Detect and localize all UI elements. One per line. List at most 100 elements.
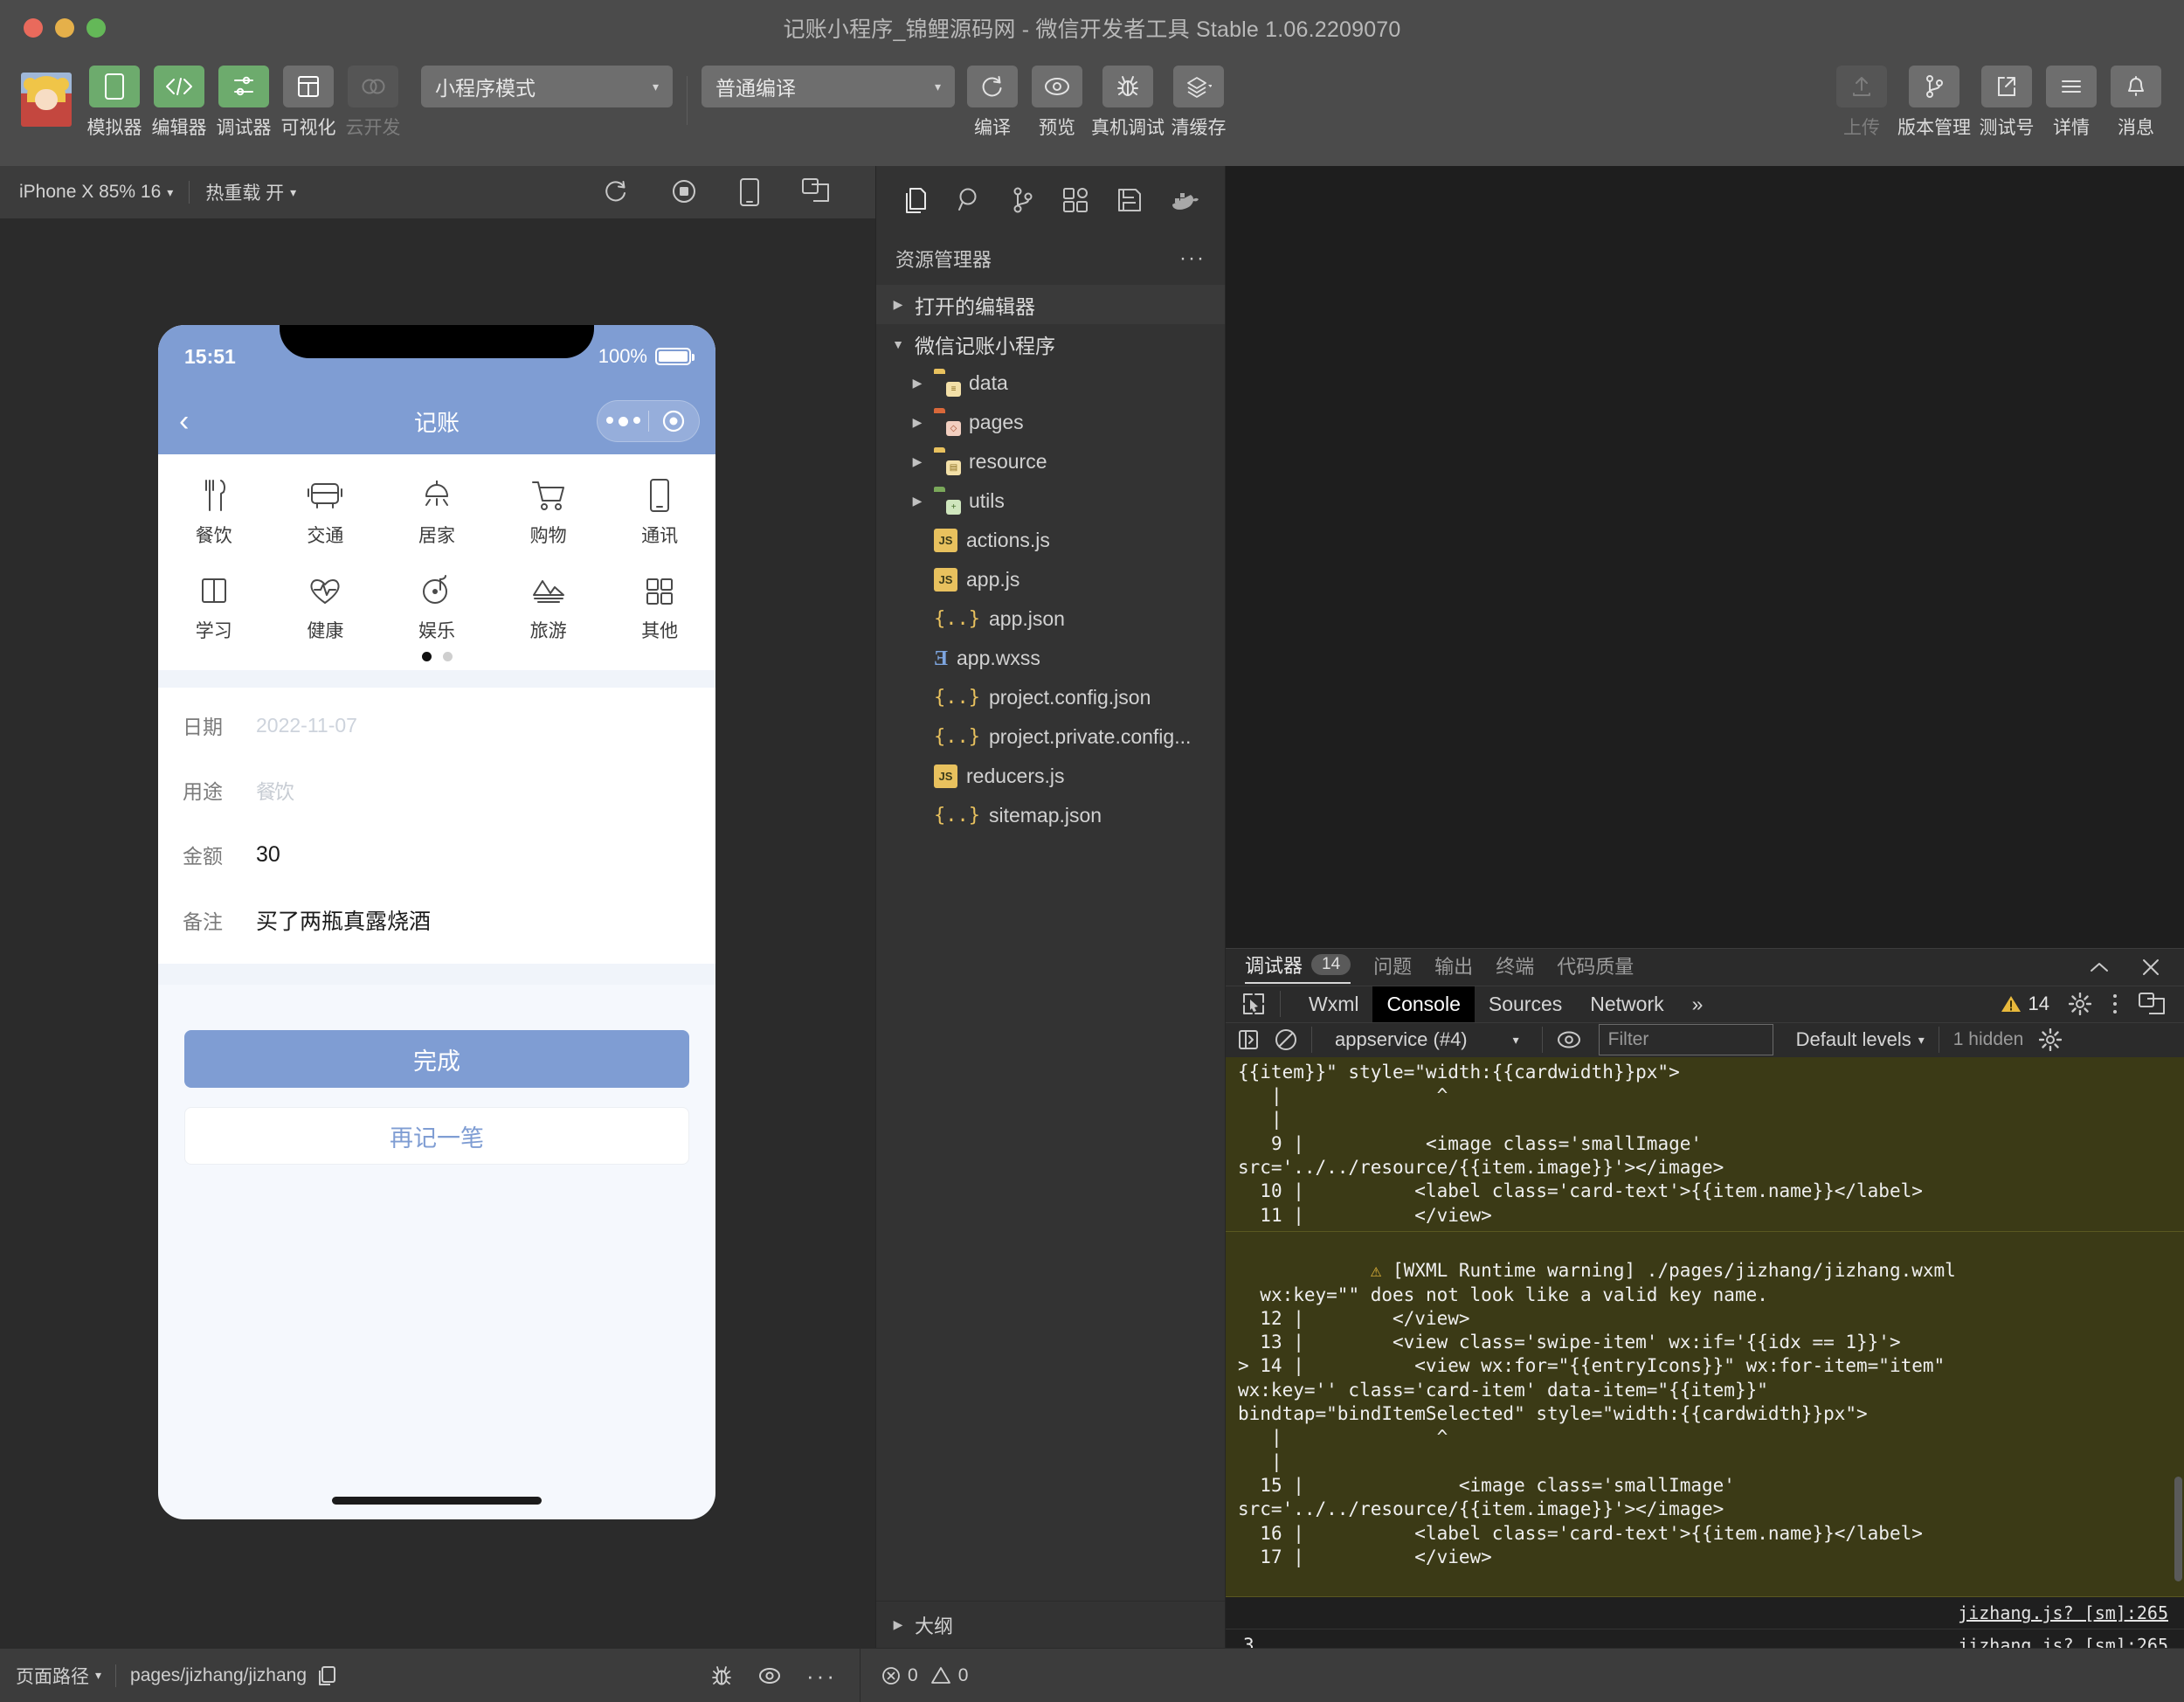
- tree-item-actions-js[interactable]: ▶ JS actions.js: [876, 521, 1225, 560]
- error-count-badge[interactable]: 0: [881, 1665, 918, 1686]
- gear-icon[interactable]: [2039, 1028, 2063, 1052]
- refresh-icon[interactable]: [603, 178, 629, 206]
- page-path-select[interactable]: 页面路径 ▾: [16, 1663, 101, 1689]
- toolbar-item-upload[interactable]: 上传: [1835, 66, 1889, 140]
- more-icon[interactable]: ···: [806, 1664, 837, 1687]
- eye-icon[interactable]: [1557, 1030, 1581, 1049]
- pagination-dot[interactable]: [421, 652, 432, 661]
- console-scrollbar[interactable]: [2174, 1476, 2182, 1581]
- clear-console-icon[interactable]: [1275, 1028, 1297, 1051]
- tab-terminal[interactable]: 终端: [1496, 951, 1534, 983]
- note-input[interactable]: 买了两瓶真露烧酒: [256, 904, 431, 936]
- toolbar-item-simulator[interactable]: 模拟器: [87, 66, 142, 140]
- toolbar-item-cloud[interactable]: 云开发: [346, 66, 401, 140]
- context-select[interactable]: appservice (#4) ▾: [1326, 1028, 1528, 1051]
- tree-item-app-js[interactable]: ▶ JS app.js: [876, 560, 1225, 599]
- pagination-dots[interactable]: [158, 652, 715, 661]
- form-row-purpose[interactable]: 用途 餐饮: [158, 758, 715, 822]
- form-row-note[interactable]: 备注 买了两瓶真露烧酒: [158, 887, 715, 953]
- more-icon[interactable]: ···: [1179, 248, 1206, 269]
- tree-item-reducers-js[interactable]: ▶ JS reducers.js: [876, 757, 1225, 796]
- avatar[interactable]: [21, 73, 72, 127]
- tree-item-project-config[interactable]: ▶ {..} project.config.json: [876, 678, 1225, 717]
- eye-icon[interactable]: [757, 1666, 782, 1685]
- minimize-window-button[interactable]: [55, 17, 74, 38]
- tab-network[interactable]: Network: [1576, 986, 1677, 1022]
- category-item[interactable]: 学习: [158, 572, 270, 643]
- amount-input[interactable]: 30: [256, 842, 280, 868]
- toolbar-item-messages[interactable]: 消息: [2109, 66, 2163, 140]
- tree-section-open-editors[interactable]: ▶ 打开的编辑器: [876, 285, 1225, 324]
- pagination-dot[interactable]: [442, 652, 453, 661]
- tree-item-app-wxss[interactable]: ▶ Ǝ app.wxss: [876, 639, 1225, 678]
- category-item[interactable]: 其他: [604, 572, 715, 643]
- category-item[interactable]: 购物: [493, 477, 605, 548]
- windows-icon[interactable]: [802, 178, 830, 206]
- toolbar-item-clearcache[interactable]: 清缓存: [1171, 66, 1227, 140]
- dock-panel-icon[interactable]: [2139, 993, 2165, 1015]
- tree-item-utils[interactable]: ▶ + utils: [876, 481, 1225, 521]
- form-row-amount[interactable]: 金额 30: [158, 822, 715, 887]
- tree-item-project-private-config[interactable]: ▶ {..} project.private.config...: [876, 717, 1225, 757]
- wechat-capsule[interactable]: [597, 400, 700, 442]
- date-input[interactable]: 2022-11-07: [256, 714, 357, 737]
- search-icon[interactable]: [957, 186, 983, 214]
- more-vertical-icon[interactable]: [2111, 993, 2119, 1015]
- category-item[interactable]: 娱乐: [381, 572, 493, 643]
- compile-select[interactable]: 普通编译 ▾: [702, 66, 955, 107]
- collapse-panel-icon[interactable]: [2088, 959, 2111, 975]
- tab-wxml[interactable]: Wxml: [1295, 986, 1372, 1022]
- category-item[interactable]: 交通: [270, 477, 382, 548]
- inspect-element-icon[interactable]: [1241, 992, 1266, 1016]
- mode-select[interactable]: 小程序模式 ▾: [421, 66, 673, 107]
- save-icon[interactable]: [1116, 187, 1143, 213]
- tab-sources[interactable]: Sources: [1475, 986, 1576, 1022]
- tree-item-app-json[interactable]: ▶ {..} app.json: [876, 599, 1225, 639]
- tree-item-sitemap-json[interactable]: ▶ {..} sitemap.json: [876, 796, 1225, 835]
- category-item[interactable]: 居家: [381, 477, 493, 548]
- tab-more-devtools[interactable]: »: [1678, 986, 1717, 1022]
- category-item[interactable]: 餐饮: [158, 477, 270, 548]
- tab-problems[interactable]: 问题: [1373, 951, 1412, 983]
- tab-code-quality[interactable]: 代码质量: [1557, 951, 1634, 983]
- tab-debugger[interactable]: 调试器 14: [1245, 951, 1351, 984]
- toolbar-item-preview[interactable]: 预览: [1030, 66, 1084, 140]
- console-output[interactable]: {{item}}" style="width:{{cardwidth}}px">…: [1226, 1056, 2184, 1648]
- category-item[interactable]: 通讯: [604, 477, 715, 548]
- extensions-icon[interactable]: [1062, 187, 1089, 213]
- close-panel-icon[interactable]: [2140, 957, 2161, 978]
- outline-section[interactable]: ▶ 大纲: [876, 1601, 1225, 1648]
- more-icon[interactable]: [599, 416, 648, 426]
- window-controls[interactable]: [24, 17, 106, 38]
- tree-item-pages[interactable]: ▶ ◇ pages: [876, 403, 1225, 442]
- device-icon[interactable]: [739, 178, 760, 206]
- bug-icon[interactable]: [710, 1664, 733, 1687]
- source-control-icon[interactable]: [1011, 186, 1035, 214]
- console-log-row[interactable]: jizhang.js? [sm]:265: [1226, 1597, 2184, 1630]
- tab-console[interactable]: Console: [1372, 986, 1475, 1022]
- tree-section-project[interactable]: ▼ 微信记账小程序: [876, 324, 1225, 363]
- hotreload-select[interactable]: 热重载 开 ▾: [205, 179, 296, 205]
- device-select[interactable]: iPhone X 85% 16 ▾: [19, 182, 173, 203]
- toolbar-item-visualization[interactable]: 可视化: [281, 66, 336, 140]
- log-source-link[interactable]: jizhang.js? [sm]:265: [1958, 1635, 2168, 1648]
- tree-item-data[interactable]: ▶ ≡ data: [876, 363, 1225, 403]
- toolbar-item-testaccount[interactable]: 测试号: [1980, 66, 2035, 140]
- purpose-input[interactable]: 餐饮: [256, 775, 294, 805]
- tab-output[interactable]: 输出: [1434, 951, 1473, 983]
- editor-area[interactable]: [1226, 166, 2184, 948]
- console-log-row[interactable]: 3 jizhang.js? [sm]:265: [1226, 1629, 2184, 1648]
- toolbar-item-debugger[interactable]: 调试器: [217, 66, 272, 140]
- add-another-button[interactable]: 再记一笔: [184, 1107, 689, 1165]
- files-icon[interactable]: [902, 186, 929, 214]
- record-icon[interactable]: [671, 178, 697, 206]
- toolbar-item-editor[interactable]: 编辑器: [152, 66, 207, 140]
- maximize-window-button[interactable]: [86, 17, 106, 38]
- done-button[interactable]: 完成: [184, 1030, 689, 1088]
- warning-count-badge[interactable]: 14: [2001, 993, 2049, 1015]
- warning-count-badge[interactable]: 0: [930, 1665, 968, 1686]
- gear-icon[interactable]: [2069, 993, 2091, 1016]
- tree-item-resource[interactable]: ▶ ▤ resource: [876, 442, 1225, 481]
- toolbar-item-realdevice-debug[interactable]: 真机调试: [1091, 66, 1165, 140]
- category-item[interactable]: 旅游: [493, 572, 605, 643]
